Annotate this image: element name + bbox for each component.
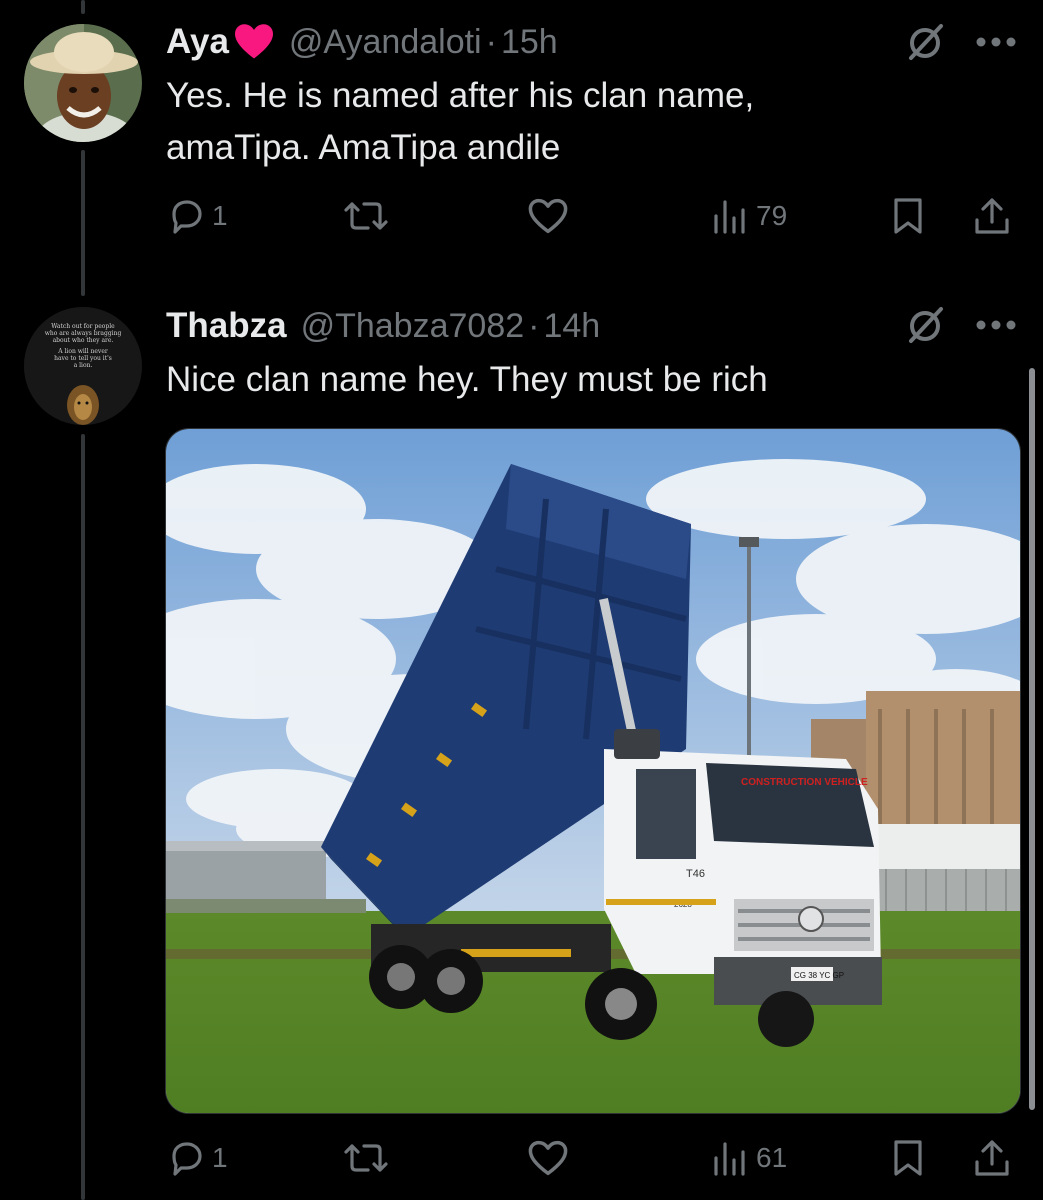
action-bar: 1 79 xyxy=(166,192,1016,240)
license-plate: CG 38 YC GP xyxy=(794,971,844,980)
retweet-button[interactable] xyxy=(342,192,396,240)
bookmark-icon xyxy=(894,198,922,234)
reply-count: 1 xyxy=(212,200,228,231)
red-heart-icon xyxy=(234,24,273,59)
thread-line-bottom xyxy=(81,434,85,1200)
separator: · xyxy=(528,306,540,345)
display-name[interactable]: Aya xyxy=(166,22,229,62)
avatar-lion-quote: Watch out for people who are always brag… xyxy=(24,307,142,425)
post-text-line: Nice clan name hey. They must be rich xyxy=(166,360,768,399)
timestamp[interactable]: 14h xyxy=(543,307,600,346)
reply-button[interactable]: 1 xyxy=(166,192,228,240)
retweet-icon xyxy=(344,1144,388,1172)
like-icon xyxy=(528,1140,568,1176)
avatar-thabza[interactable]: Watch out for people who are always brag… xyxy=(24,307,142,425)
separator: · xyxy=(485,22,497,61)
retweet-icon xyxy=(344,202,388,230)
reply-icon xyxy=(172,1142,202,1176)
reply-icon xyxy=(172,200,202,234)
more-options-icon[interactable] xyxy=(975,319,1017,331)
avatar-quote-line: about who they are. xyxy=(53,337,114,344)
like-icon xyxy=(528,198,568,234)
more-options-icon[interactable] xyxy=(975,36,1017,48)
views-icon xyxy=(714,1142,745,1176)
share-button[interactable] xyxy=(972,192,1012,240)
like-button[interactable] xyxy=(526,1134,576,1182)
post-text: Nice clan name hey. They must be rich xyxy=(166,354,1006,406)
share-button[interactable] xyxy=(972,1134,1012,1182)
views-count: 79 xyxy=(756,200,788,231)
handle[interactable]: @Ayandaloti xyxy=(289,23,482,62)
grok-icon[interactable] xyxy=(905,22,945,62)
windshield-sign: CONSTRUCTION VEHICLE xyxy=(741,777,868,788)
views-count: 61 xyxy=(756,1142,788,1173)
dump-truck-photo: CONSTRUCTION VEHICLE T46 2628 CG 38 YC G… xyxy=(166,429,1020,1113)
reply-button[interactable]: 1 xyxy=(166,1134,228,1182)
post-header: Thabza @Thabza7082 · 14h xyxy=(166,304,600,348)
like-button[interactable] xyxy=(526,192,576,240)
share-icon xyxy=(975,198,1009,234)
retweet-button[interactable] xyxy=(342,1134,396,1182)
post-media-image[interactable]: CONSTRUCTION VEHICLE T46 2628 CG 38 YC G… xyxy=(165,428,1021,1114)
avatar-quote-line: Watch out for people xyxy=(51,323,115,330)
share-icon xyxy=(975,1140,1009,1176)
reply-count: 1 xyxy=(212,1142,228,1173)
grok-icon[interactable] xyxy=(905,305,945,345)
avatar-photo xyxy=(24,24,142,142)
bookmark-icon xyxy=(894,1140,922,1176)
avatar-aya[interactable] xyxy=(24,24,142,142)
scrollbar[interactable] xyxy=(1029,368,1035,1110)
post-text-line: amaTipa. AmaTipa andile xyxy=(166,128,561,167)
post-header: Aya @Ayandaloti · 15h xyxy=(166,20,558,64)
action-bar: 1 61 xyxy=(166,1134,1016,1182)
fleet-number: T46 xyxy=(686,868,705,880)
avatar-quote-line: a lion. xyxy=(74,362,93,369)
thread-line-middle xyxy=(81,150,85,296)
thread-line-top xyxy=(81,0,85,14)
views-icon xyxy=(714,200,745,234)
avatar-quote-line: A lion will never xyxy=(57,348,108,355)
post-text: Yes. He is named after his clan name, am… xyxy=(166,70,1006,174)
display-name[interactable]: Thabza xyxy=(166,306,287,346)
post-text-line: Yes. He is named after his clan name, xyxy=(166,76,755,115)
handle[interactable]: @Thabza7082 xyxy=(301,307,525,346)
views-button[interactable]: 79 xyxy=(710,192,787,240)
timestamp[interactable]: 15h xyxy=(501,23,558,62)
views-button[interactable]: 61 xyxy=(710,1134,787,1182)
bookmark-button[interactable] xyxy=(888,192,928,240)
avatar-quote-line: who are always bragging xyxy=(45,330,122,337)
avatar-quote-line: have to tell you it's xyxy=(54,355,112,362)
bookmark-button[interactable] xyxy=(888,1134,928,1182)
